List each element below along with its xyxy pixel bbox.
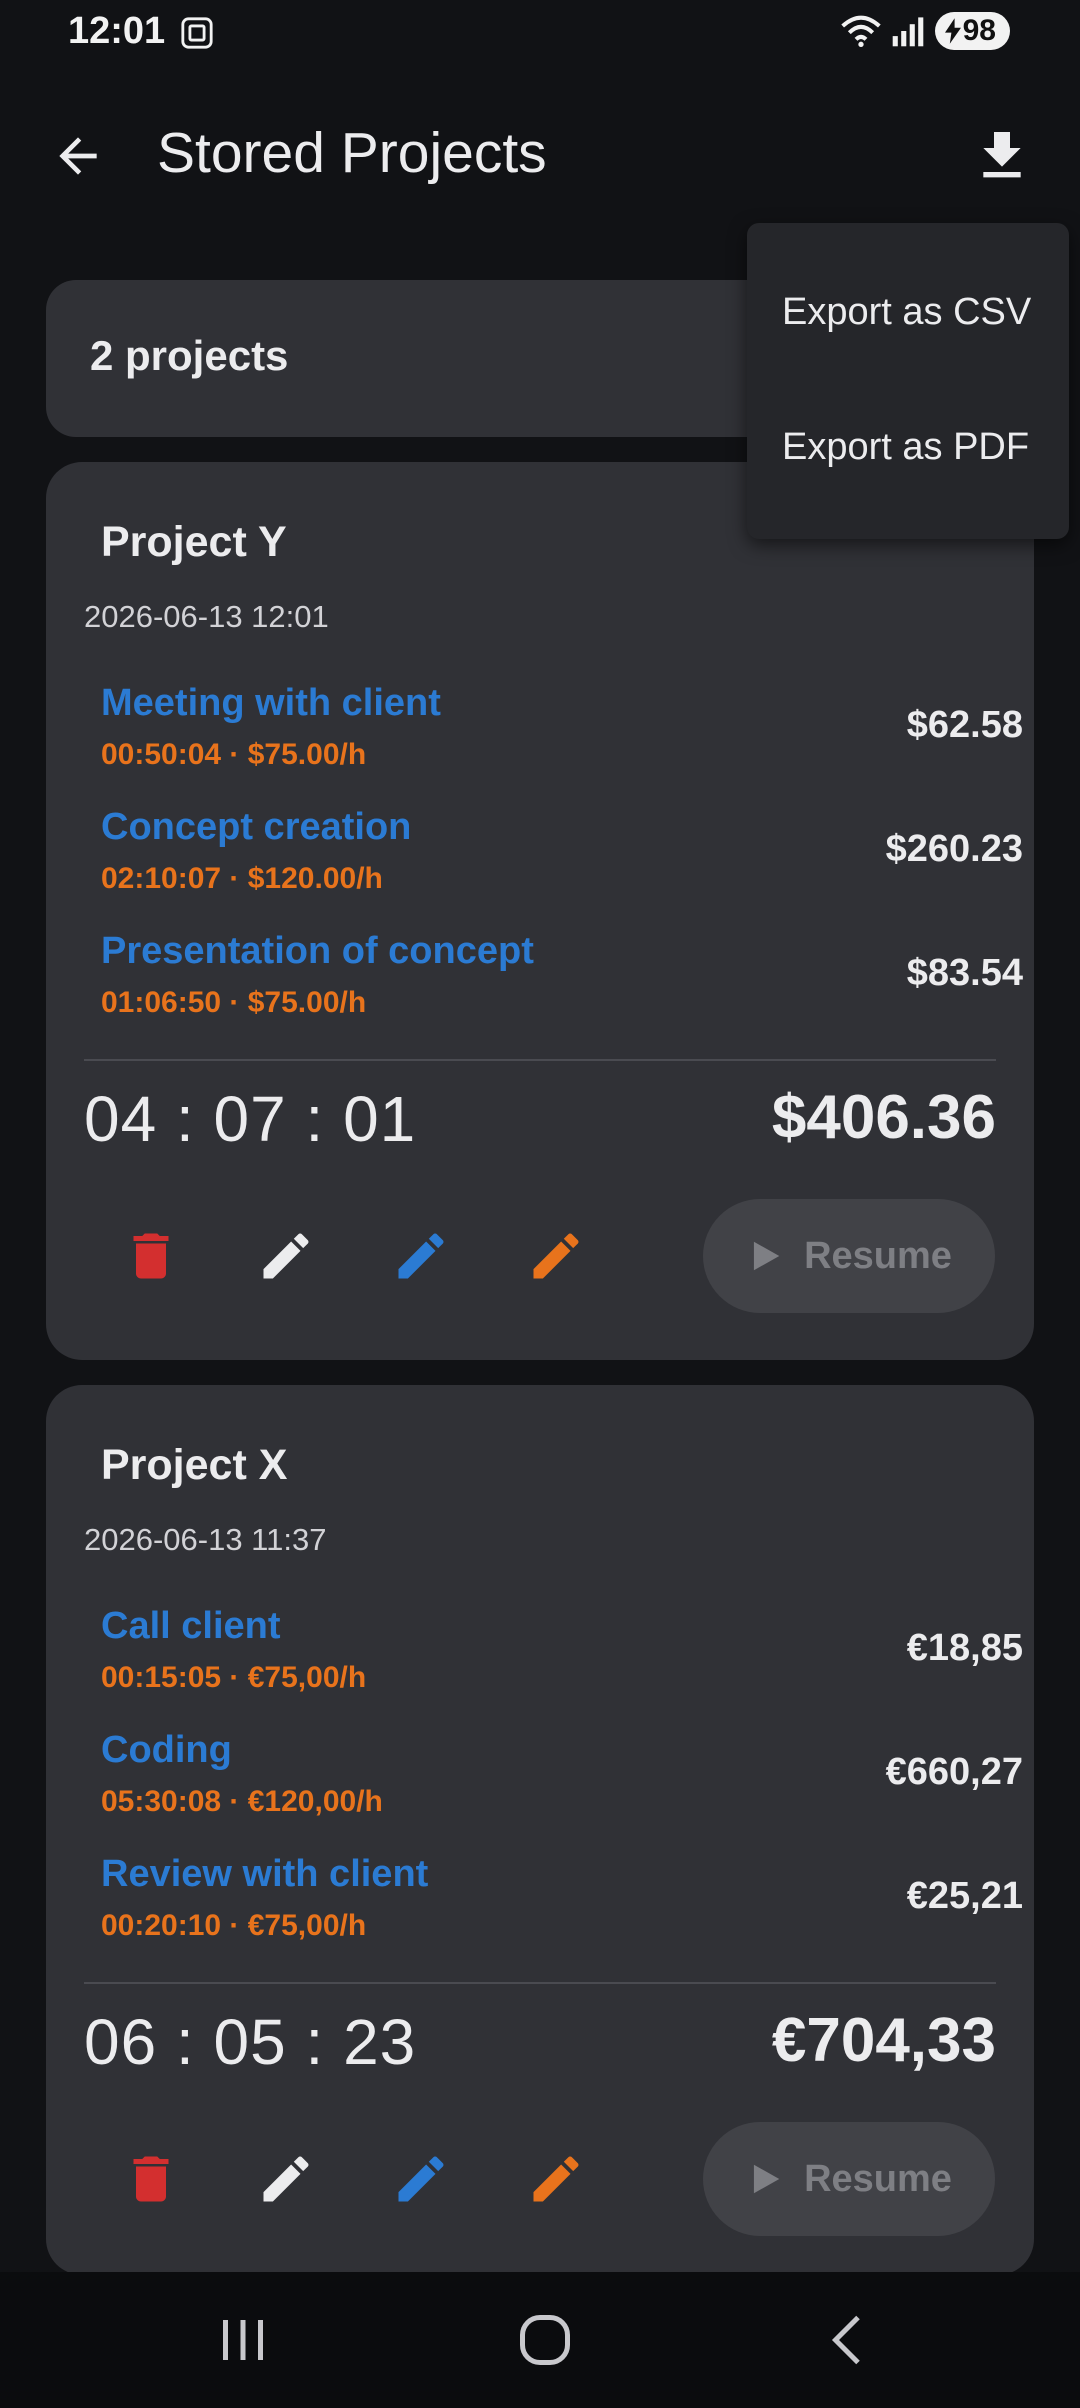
task-amount: €25,21 [906, 1875, 1023, 1917]
project-date: 2026-06-13 11:37 [84, 1522, 327, 1557]
status-time: 12:01 [68, 10, 166, 52]
screenshot-icon [181, 17, 213, 49]
task-meta: 02:10:07 · $120.00/h [101, 862, 383, 895]
resume-label: Resume [804, 2157, 952, 2200]
battery-indicator: 98 [934, 12, 1010, 50]
project-total: $406.36 [771, 1083, 996, 1152]
edit-tasks-pencil-icon[interactable] [391, 1226, 451, 1286]
edit-tasks-pencil-icon[interactable] [391, 2149, 451, 2209]
project-total: €704,33 [771, 2006, 996, 2075]
task-row[interactable]: Review with client 00:20:10 · €75,00/h €… [101, 1853, 1023, 1963]
task-row[interactable]: Call client 00:15:05 · €75,00/h €18,85 [101, 1605, 1023, 1715]
divider [84, 1982, 996, 1984]
edit-name-pencil-icon[interactable] [256, 2149, 316, 2209]
task-meta: 05:30:08 · €120,00/h [101, 1785, 383, 1818]
task-name: Call client [101, 1605, 281, 1647]
task-meta: 01:06:50 · $75.00/h [101, 986, 367, 1019]
back-arrow-icon[interactable] [50, 128, 106, 184]
task-name: Presentation of concept [101, 930, 534, 972]
task-meta: 00:15:05 · €75,00/h [101, 1661, 367, 1694]
resume-label: Resume [804, 1234, 952, 1277]
status-icons: 98 [840, 12, 1010, 50]
back-icon[interactable] [818, 2310, 878, 2370]
export-pdf-item[interactable]: Export as PDF [782, 426, 1029, 469]
download-icon[interactable] [970, 124, 1034, 188]
edit-name-pencil-icon[interactable] [256, 1226, 316, 1286]
task-row[interactable]: Meeting with client 00:50:04 · $75.00/h … [101, 682, 1023, 792]
task-amount: $260.23 [885, 828, 1023, 870]
project-name: Project Y [101, 518, 287, 566]
task-name: Review with client [101, 1853, 429, 1895]
project-card: Project Y 2026-06-13 12:01 Meeting with … [46, 462, 1034, 1360]
edit-rates-pencil-icon[interactable] [526, 2149, 586, 2209]
task-amount: €18,85 [906, 1627, 1023, 1669]
charging-icon [944, 18, 961, 44]
task-name: Meeting with client [101, 682, 441, 724]
export-menu: Export as CSV Export as PDF [747, 223, 1069, 539]
delete-icon[interactable] [121, 1226, 181, 1286]
task-row[interactable]: Coding 05:30:08 · €120,00/h €660,27 [101, 1729, 1023, 1839]
task-row[interactable]: Presentation of concept 01:06:50 · $75.0… [101, 930, 1023, 1040]
task-row[interactable]: Concept creation 02:10:07 · $120.00/h $2… [101, 806, 1023, 916]
projects-count: 2 projects [90, 332, 289, 379]
elapsed-time: 06 : 05 : 23 [84, 2006, 417, 2078]
divider [84, 1059, 996, 1061]
task-amount: $62.58 [906, 704, 1023, 746]
system-nav-bar [0, 2272, 1080, 2408]
signal-icon [892, 17, 923, 47]
resume-button[interactable]: Resume [703, 1199, 995, 1313]
delete-icon[interactable] [121, 2149, 181, 2209]
elapsed-time: 04 : 07 : 01 [84, 1083, 417, 1155]
recent-apps-icon[interactable] [213, 2310, 273, 2370]
export-csv-item[interactable]: Export as CSV [782, 291, 1031, 334]
play-icon [753, 1241, 780, 1271]
task-amount: $83.54 [906, 952, 1023, 994]
edit-rates-pencil-icon[interactable] [526, 1226, 586, 1286]
wifi-icon [840, 15, 881, 47]
project-name: Project X [101, 1441, 288, 1489]
resume-button[interactable]: Resume [703, 2122, 995, 2236]
task-meta: 00:20:10 · €75,00/h [101, 1909, 367, 1942]
page-title: Stored Projects [157, 121, 547, 185]
task-name: Concept creation [101, 806, 412, 848]
task-amount: €660,27 [885, 1751, 1023, 1793]
project-card: Project X 2026-06-13 11:37 Call client 0… [46, 1385, 1034, 2275]
home-icon[interactable] [515, 2310, 575, 2370]
battery-level: 98 [962, 14, 996, 47]
app-bar: Stored Projects [0, 110, 1080, 200]
status-bar: 12:01 98 [0, 0, 1080, 70]
task-name: Coding [101, 1729, 232, 1771]
play-icon [753, 2164, 780, 2194]
project-date: 2026-06-13 12:01 [84, 599, 329, 634]
task-meta: 00:50:04 · $75.00/h [101, 738, 367, 771]
